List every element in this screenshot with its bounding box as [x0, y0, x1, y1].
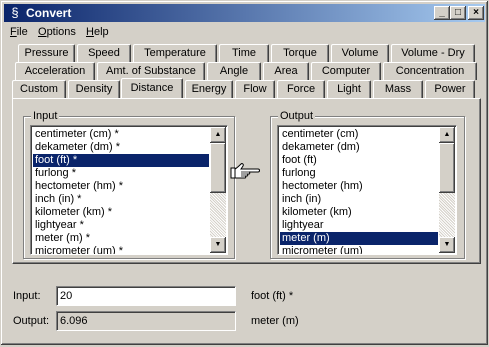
- list-item[interactable]: kilometer (km): [280, 206, 438, 219]
- list-item[interactable]: micrometer (um) *: [33, 245, 209, 254]
- scroll-down-arrow-icon[interactable]: ▼: [439, 237, 455, 253]
- output-unit-list[interactable]: centimeter (cm) dekameter (dm) foot (ft) fu…: [277, 125, 457, 255]
- menu-options[interactable]: Options: [38, 25, 76, 39]
- input-unit-label: foot (ft) *: [251, 290, 294, 302]
- list-item[interactable]: foot (ft): [280, 154, 438, 167]
- tab-speed[interactable]: Speed: [77, 44, 131, 62]
- list-item[interactable]: centimeter (cm): [280, 128, 438, 141]
- tab-force[interactable]: Force: [277, 80, 325, 98]
- list-item[interactable]: kilometer (km) *: [33, 206, 209, 219]
- tab-computer[interactable]: Computer: [311, 62, 381, 80]
- window-title: Convert: [26, 6, 72, 20]
- convert-window: § Convert _ □ × File Options Help Pressu…: [0, 0, 489, 346]
- output-label: Output:: [13, 315, 50, 327]
- tab-mass[interactable]: Mass: [373, 80, 423, 98]
- output-group: Output centimeter (cm) dekameter (dm) foot…: [270, 109, 465, 259]
- tab-time[interactable]: Time: [219, 44, 269, 62]
- menu-bar: File Options Help: [4, 23, 485, 41]
- list-item[interactable]: furlong *: [33, 167, 209, 180]
- list-item[interactable]: hectometer (hm) *: [33, 180, 209, 193]
- minimize-button[interactable]: _: [434, 6, 450, 20]
- input-unit-list[interactable]: centimeter (cm) * dekameter (dm) * foot (f…: [30, 125, 228, 255]
- list-item[interactable]: inch (in): [280, 193, 438, 206]
- list-item[interactable]: lightyear: [280, 219, 438, 232]
- scrollbar-thumb[interactable]: [210, 143, 226, 193]
- tab-light[interactable]: Light: [327, 80, 371, 98]
- input-list-scrollbar[interactable]: ▲ ▼: [210, 127, 226, 253]
- list-item[interactable]: hectometer (hm): [280, 180, 438, 193]
- tab-distance[interactable]: Distance: [121, 78, 183, 98]
- tab-volume-dry[interactable]: Volume - Dry: [391, 44, 475, 62]
- input-label: Input:: [13, 290, 41, 302]
- list-item[interactable]: furlong: [280, 167, 438, 180]
- output-group-label: Output: [278, 109, 316, 123]
- title-bar[interactable]: § Convert _ □ ×: [4, 4, 485, 22]
- input-group: Input centimeter (cm) * dekameter (dm) * f…: [23, 109, 235, 259]
- input-group-label: Input: [31, 109, 60, 123]
- list-item[interactable]: meter (m) *: [33, 232, 209, 245]
- tab-volume[interactable]: Volume: [331, 44, 389, 62]
- tab-acceleration[interactable]: Acceleration: [15, 62, 95, 80]
- menu-file[interactable]: File: [10, 25, 28, 39]
- tab-density[interactable]: Density: [68, 80, 120, 98]
- distance-panel: Input centimeter (cm) * dekameter (dm) * f…: [12, 98, 481, 264]
- list-item[interactable]: foot (ft) *: [33, 154, 209, 167]
- convert-app-icon[interactable]: §: [7, 5, 23, 21]
- list-item[interactable]: micrometer (um): [280, 245, 438, 254]
- tab-area[interactable]: Area: [263, 62, 309, 80]
- tab-power[interactable]: Power: [425, 80, 475, 98]
- scroll-down-arrow-icon[interactable]: ▼: [210, 237, 226, 253]
- scrollbar-thumb[interactable]: [439, 143, 455, 193]
- input-value-field[interactable]: 20: [56, 286, 236, 306]
- list-item[interactable]: meter (m): [280, 232, 438, 245]
- list-item[interactable]: lightyear *: [33, 219, 209, 232]
- tab-energy[interactable]: Energy: [185, 80, 233, 98]
- output-unit-label: meter (m): [251, 315, 299, 327]
- scroll-up-arrow-icon[interactable]: ▲: [439, 127, 455, 143]
- tab-temperature[interactable]: Temperature: [133, 44, 217, 62]
- tab-pressure[interactable]: Pressure: [18, 44, 75, 62]
- scroll-up-arrow-icon[interactable]: ▲: [210, 127, 226, 143]
- maximize-button[interactable]: □: [450, 6, 466, 20]
- close-button[interactable]: ×: [468, 6, 484, 20]
- tab-concentration[interactable]: Concentration: [383, 62, 477, 80]
- tab-flow[interactable]: Flow: [235, 80, 275, 98]
- list-item[interactable]: dekameter (dm): [280, 141, 438, 154]
- list-item[interactable]: dekameter (dm) *: [33, 141, 209, 154]
- output-list-scrollbar[interactable]: ▲ ▼: [439, 127, 455, 253]
- tab-angle[interactable]: Angle: [207, 62, 261, 80]
- tab-torque[interactable]: Torque: [271, 44, 329, 62]
- list-item[interactable]: inch (in) *: [33, 193, 209, 206]
- menu-help[interactable]: Help: [86, 25, 109, 39]
- pointing-hand-icon: [230, 163, 260, 179]
- output-value-field: 6.096: [56, 311, 236, 331]
- tab-custom[interactable]: Custom: [12, 80, 66, 98]
- list-item[interactable]: centimeter (cm) *: [33, 128, 209, 141]
